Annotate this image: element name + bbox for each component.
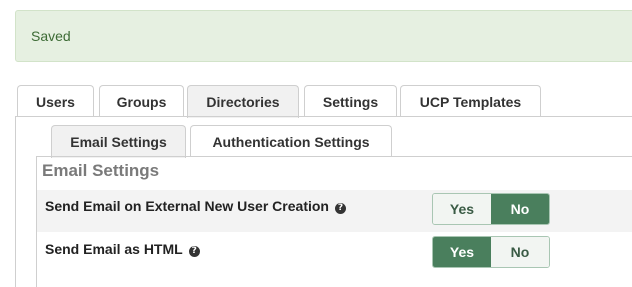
help-icon[interactable]: ? xyxy=(188,246,200,257)
yes-no-toggle: Yes No xyxy=(432,236,550,268)
yes-no-toggle: Yes No xyxy=(432,193,550,225)
alert-text: Saved xyxy=(31,28,71,44)
setting-label: Send Email on External New User Creation… xyxy=(45,190,346,222)
tab-directories[interactable]: Directories xyxy=(187,85,299,118)
tab-settings[interactable]: Settings xyxy=(304,85,397,117)
no-option[interactable]: No xyxy=(491,194,549,224)
tab-groups[interactable]: Groups xyxy=(99,85,184,117)
setting-row-external-new-user: Send Email on External New User Creation… xyxy=(37,190,632,232)
yes-option[interactable]: Yes xyxy=(433,237,491,267)
help-icon[interactable]: ? xyxy=(334,203,346,214)
tab-users[interactable]: Users xyxy=(17,85,94,117)
tab-ucp-templates[interactable]: UCP Templates xyxy=(400,85,541,117)
saved-alert: Saved xyxy=(15,10,632,62)
subtab-authentication-settings[interactable]: Authentication Settings xyxy=(190,125,392,157)
section-title: Email Settings xyxy=(42,161,160,180)
setting-row-email-html: Send Email as HTML? Yes No xyxy=(37,233,632,275)
setting-label: Send Email as HTML? xyxy=(45,233,200,265)
no-option[interactable]: No xyxy=(491,237,549,267)
subtab-email-settings[interactable]: Email Settings xyxy=(51,125,186,158)
yes-option[interactable]: Yes xyxy=(433,194,491,224)
